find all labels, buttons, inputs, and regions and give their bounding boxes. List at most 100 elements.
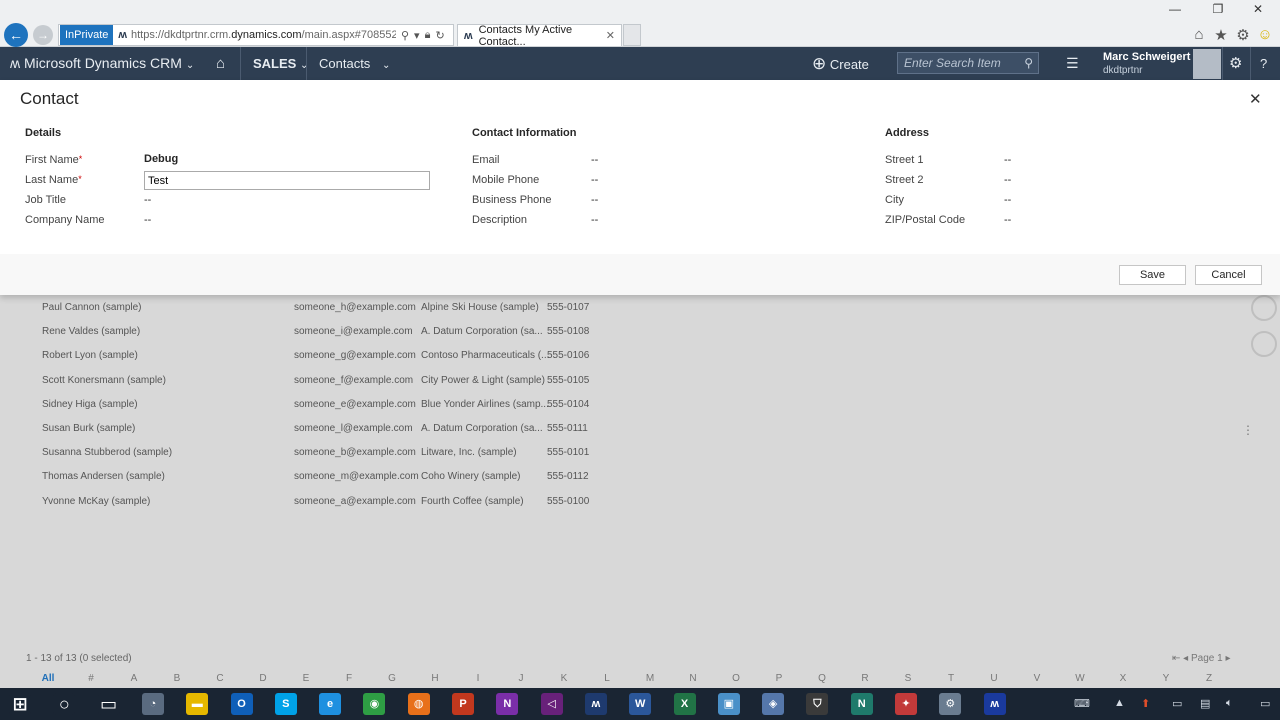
email-value[interactable]: -- [591,154,598,166]
search-icon[interactable]: ⚲ [401,29,409,42]
home-icon[interactable]: ⌂ [1189,26,1209,43]
file-explorer-icon[interactable]: ▬ [186,693,209,715]
contact-name-cell[interactable]: Sidney Higa (sample) [42,393,138,417]
company-cell[interactable]: A. Datum Corporation (sa... [421,320,543,344]
company-cell[interactable]: Litware, Inc. (sample) [421,441,517,465]
city-value[interactable]: -- [1004,194,1011,206]
avatar[interactable] [1193,49,1221,79]
email-cell[interactable]: someone_l@example.com [294,417,413,441]
alpha-filter-v[interactable]: V [1029,673,1045,684]
tab-close-icon[interactable]: ✕ [606,29,615,42]
alpha-filter-a[interactable]: A [126,673,142,684]
email-cell[interactable]: someone_g@example.com [294,344,416,368]
settings-gear-icon[interactable]: ⚙ [1233,26,1253,44]
refresh-icon[interactable]: ↻ [435,29,444,42]
alpha-filter-k[interactable]: K [556,673,572,684]
table-row[interactable]: Susan Burk (sample) someone_l@example.com… [0,417,1240,441]
word-icon[interactable]: W [629,693,652,715]
first-name-value[interactable]: Debug [144,153,178,165]
alpha-filter-q[interactable]: Q [814,673,830,684]
alpha-filter-o[interactable]: O [728,673,744,684]
keyboard-icon[interactable]: ⌨ [1074,697,1090,710]
prev-page-icon[interactable]: ◂ [1183,653,1188,664]
alpha-filter-b[interactable]: B [169,673,185,684]
alpha-filter-z[interactable]: Z [1201,673,1217,684]
task-view-icon[interactable]: ▭ [97,693,120,715]
contact-name-cell[interactable]: Rene Valdes (sample) [42,320,140,344]
outlook-icon[interactable]: O [230,693,253,715]
browser-tab[interactable]: ʍ Contacts My Active Contact... ✕ [457,24,622,48]
alpha-filter-u[interactable]: U [986,673,1002,684]
alpha-filter-number[interactable]: # [83,673,99,684]
global-search-input[interactable]: Enter Search Item ⚲ [897,52,1039,74]
contact-name-cell[interactable]: Paul Cannon (sample) [42,296,142,320]
forward-button[interactable]: → [33,25,53,45]
company-cell[interactable]: A. Datum Corporation (sa... [421,417,543,441]
snipping-icon[interactable]: ◔ [141,693,164,715]
email-cell[interactable]: someone_e@example.com [294,393,416,417]
windows-start-icon[interactable]: ⊞ [9,693,31,715]
network-icon[interactable]: ◈ [762,693,785,715]
nav-contacts[interactable]: Contacts ⌄ [319,47,390,80]
contact-name-cell[interactable]: Susanna Stubberod (sample) [42,441,172,465]
window-close-icon[interactable]: ✕ [1248,2,1268,16]
excel-icon[interactable]: X [673,693,696,715]
refresh-grid-icon[interactable] [1251,331,1277,357]
last-name-field[interactable] [144,171,430,190]
notifications-icon[interactable]: ▭ [1260,697,1270,710]
close-icon[interactable]: ✕ [1249,90,1262,108]
alpha-filter-p[interactable]: P [771,673,787,684]
volume-icon[interactable]: 🔈︎ [1226,697,1233,710]
alpha-filter-l[interactable]: L [599,673,615,684]
alpha-filter-c[interactable]: C [212,673,228,684]
tray-overflow-icon[interactable]: ▲ [1114,697,1125,709]
back-button[interactable]: ← [4,23,28,47]
mobile-phone-value[interactable]: -- [591,174,598,186]
powerpoint-icon[interactable]: P [452,693,474,715]
dynamics-crm-icon[interactable]: ʍ [584,693,607,715]
email-cell[interactable]: someone_b@example.com [294,441,416,465]
sql-icon[interactable]: ✦ [895,693,917,715]
dropdown-icon[interactable]: ▾ [414,29,420,42]
store-icon[interactable]: ⛉ [806,693,829,715]
alpha-filter-x[interactable]: X [1115,673,1131,684]
table-row[interactable]: Rene Valdes (sample) someone_i@example.co… [0,320,1240,344]
alpha-filter-d[interactable]: D [255,673,271,684]
company-cell[interactable]: City Power & Light (sample) [421,369,545,393]
remote-desktop-icon[interactable]: ▣ [717,693,740,715]
company-cell[interactable]: Contoso Pharmaceuticals (... [421,344,549,368]
alpha-filter-g[interactable]: G [384,673,400,684]
contact-name-cell[interactable]: Yvonne McKay (sample) [42,490,150,514]
visual-studio-icon[interactable]: ◁ [540,693,563,715]
firefox-icon[interactable]: ◍ [407,693,430,715]
contact-name-cell[interactable]: Robert Lyon (sample) [42,344,138,368]
address-bar[interactable]: InPrivate ʍ https://dkdtprtnr.crm.dynami… [58,24,454,46]
email-cell[interactable]: someone_h@example.com [294,296,416,320]
restore-icon[interactable]: ❐ [1208,2,1228,16]
alpha-filter-s[interactable]: S [900,673,916,684]
alpha-filter-y[interactable]: Y [1158,673,1174,684]
alpha-filter-r[interactable]: R [857,673,873,684]
cortana-icon[interactable]: ○ [53,693,76,715]
company-name-value[interactable]: -- [144,214,151,226]
company-cell[interactable]: Alpine Ski House (sample) [421,296,539,320]
url-text[interactable]: https://dkdtprtnr.crm.dynamics.com/main.… [131,29,396,41]
table-row[interactable]: Thomas Andersen (sample) someone_m@exampl… [0,465,1240,489]
table-row[interactable]: Paul Cannon (sample) someone_h@example.co… [0,296,1240,320]
table-row[interactable]: Yvonne McKay (sample) someone_a@example.c… [0,490,1240,514]
alpha-filter-m[interactable]: M [642,673,658,684]
alpha-filter-j[interactable]: J [513,673,529,684]
email-cell[interactable]: someone_i@example.com [294,320,413,344]
chrome-icon[interactable]: ◉ [363,693,386,715]
user-name[interactable]: Marc Schweigert [1103,51,1190,63]
network-icon[interactable]: ▤ [1200,697,1210,710]
alpha-filter-h[interactable]: H [427,673,443,684]
update-icon[interactable]: ⬆ [1141,697,1150,710]
chart-pane-icon[interactable] [1251,295,1277,321]
search-icon[interactable]: ⚲ [1024,53,1033,73]
email-cell[interactable]: someone_a@example.com [294,490,416,514]
alpha-filter-all[interactable]: All [40,673,56,684]
lock-icon[interactable]: 🔒︎ [425,29,431,42]
alpha-filter-t[interactable]: T [943,673,959,684]
alpha-filter-f[interactable]: F [341,673,357,684]
